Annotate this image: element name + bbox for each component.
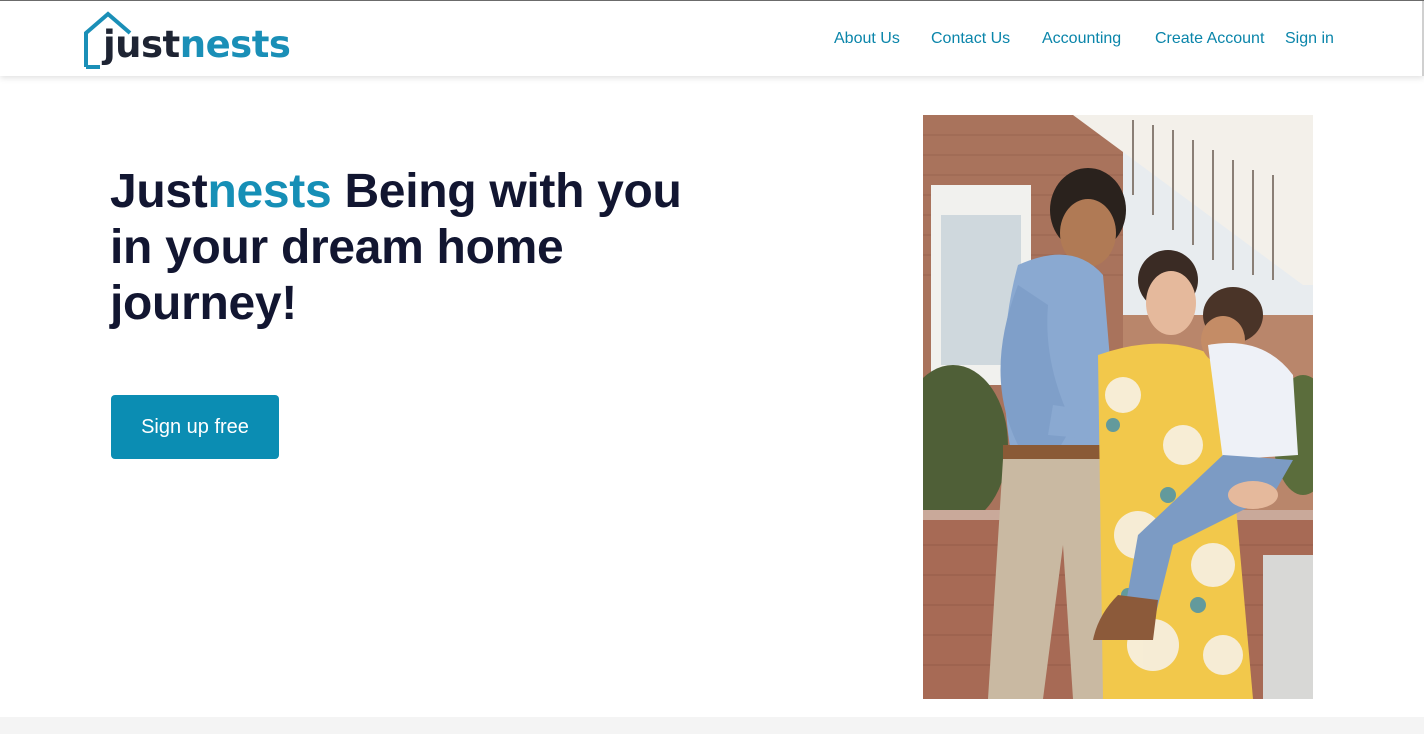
family-photo-illustration: [923, 115, 1313, 699]
nav-accounting[interactable]: Accounting: [1042, 29, 1121, 49]
footer-strip: [0, 717, 1424, 734]
nav-about-us[interactable]: About Us: [834, 29, 900, 49]
main-nav: About Us Contact Us Accounting Create Ac…: [0, 29, 1424, 51]
nav-contact-us[interactable]: Contact Us: [931, 29, 1010, 49]
hero-title: Justnests Being with you in your dream h…: [110, 164, 730, 332]
nav-create-account[interactable]: Create Account: [1155, 29, 1264, 49]
hero-title-brand-accent: nests: [207, 165, 332, 218]
page: justnests About Us Contact Us Accounting…: [0, 0, 1424, 734]
nav-sign-in[interactable]: Sign in: [1285, 29, 1334, 49]
family-photo: [923, 115, 1313, 699]
site-header: justnests About Us Contact Us Accounting…: [0, 0, 1424, 76]
hero-title-brand-plain: Just: [110, 165, 208, 218]
sign-up-free-button[interactable]: Sign up free: [111, 395, 279, 459]
